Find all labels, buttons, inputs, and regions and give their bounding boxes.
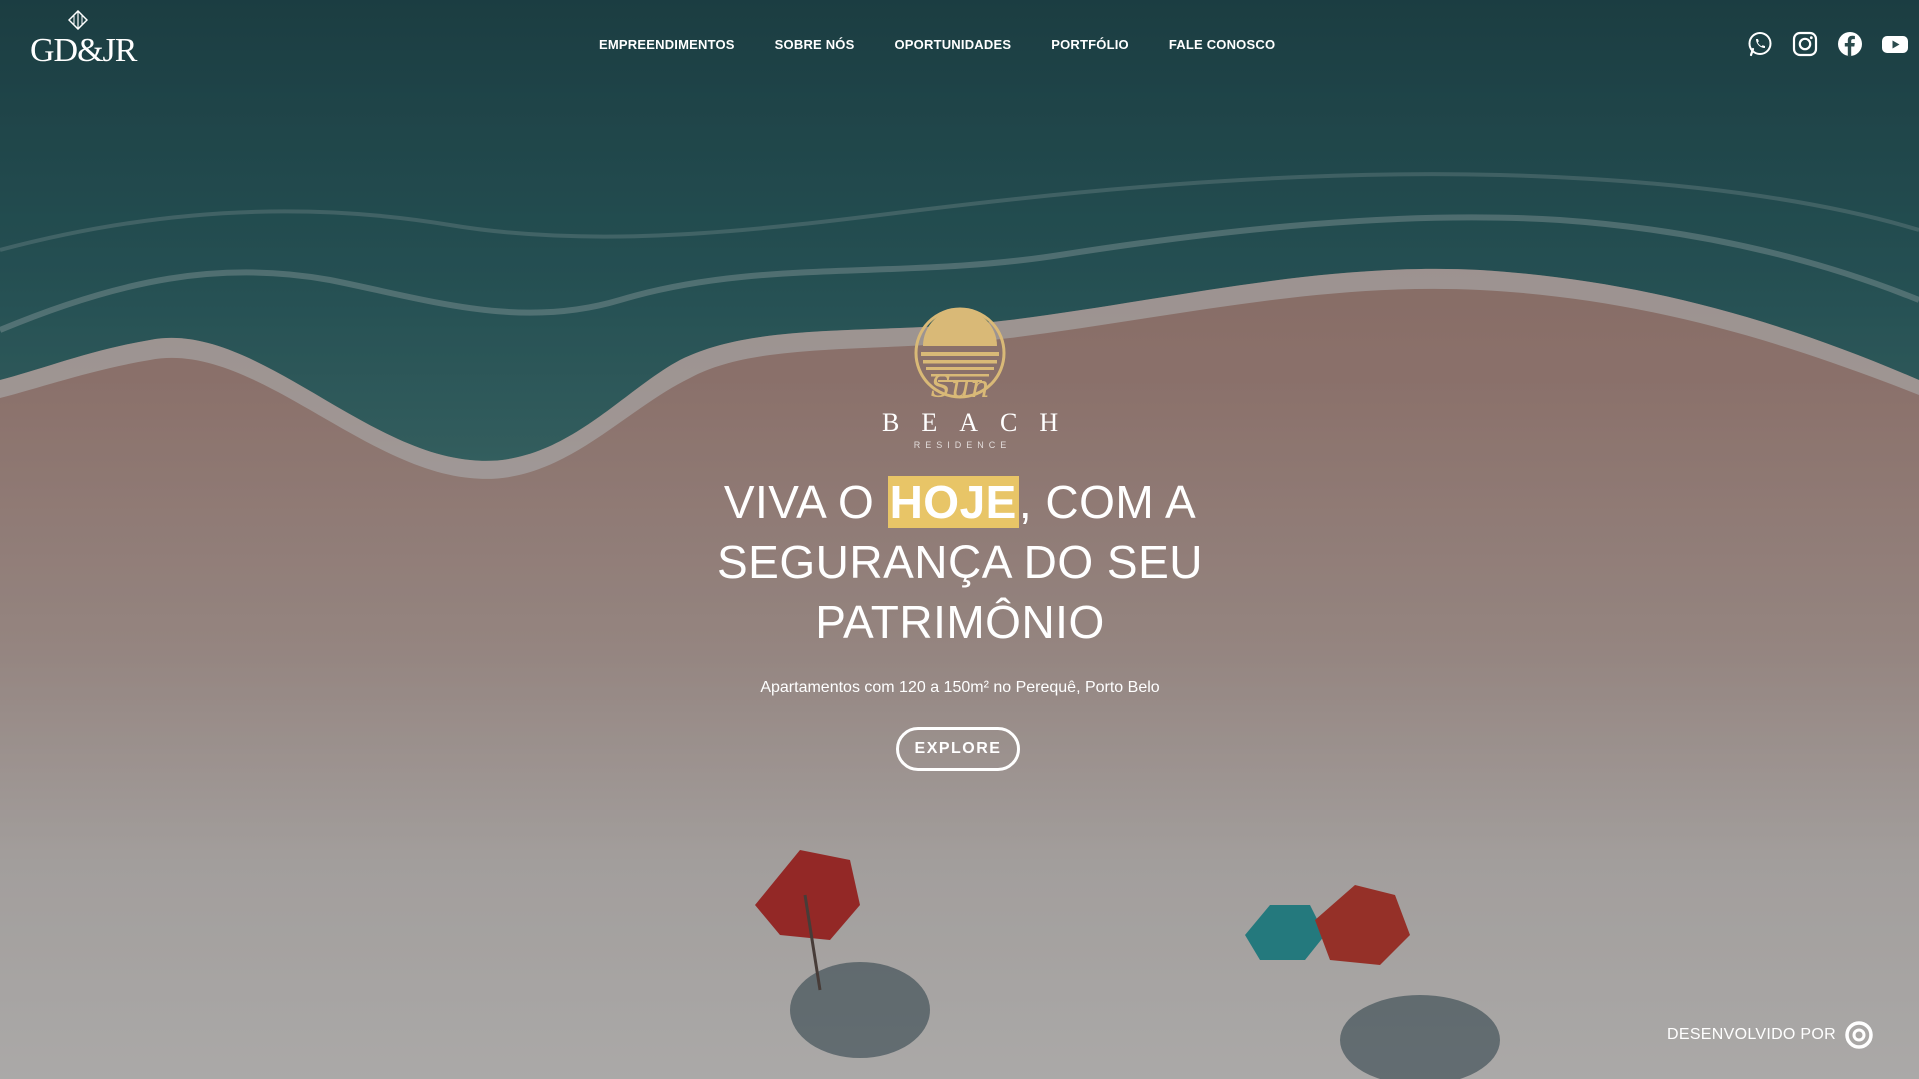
credit-label: DESENVOLVIDO POR [1667,1026,1836,1043]
logo-text: GD&JR [30,32,137,69]
social-links [1746,30,1909,58]
nav-item-empreendimentos[interactable]: EMPREENDIMENTOS [599,34,735,56]
instagram-icon[interactable] [1791,30,1819,58]
brand-name: BEACH [882,408,1081,437]
headline-start: VIVA O [723,476,888,528]
brand-subtitle: RESIDENCE [913,440,1012,450]
brand-script: Sun [930,370,990,405]
whatsapp-icon[interactable] [1746,30,1774,58]
hero-subtitle: Apartamentos com 120 a 150m² no Perequê,… [760,679,1160,696]
hero-headline: VIVA O HOJE, COM A SEGURANÇA DO SEU PATR… [600,472,1320,652]
nav-item-sobre-nos[interactable]: SOBRE NÓS [775,34,855,56]
main-nav: EMPREENDIMENTOS SOBRE NÓS OPORTUNIDADES … [599,34,1315,56]
explore-button[interactable]: EXPLORE [896,727,1020,771]
developer-logo-icon [1845,1021,1873,1049]
youtube-icon[interactable] [1881,30,1909,58]
logo-emblem-icon [68,10,88,30]
nav-item-fale-conosco[interactable]: FALE CONOSCO [1169,34,1275,56]
nav-item-oportunidades[interactable]: OPORTUNIDADES [895,34,1012,56]
developer-credit[interactable]: DESENVOLVIDO POR [1667,1020,1874,1050]
headline-highlight: HOJE [887,476,1019,528]
brand-logo[interactable]: GD&JR [30,10,137,74]
sun-beach-logo: Sun BEACH RESIDENCE [860,300,1060,460]
facebook-icon[interactable] [1836,30,1864,58]
nav-item-portfolio[interactable]: PORTFÓLIO [1051,34,1129,56]
site-header: GD&JR EMPREENDIMENTOS SOBRE NÓS OPORTUNI… [0,0,1919,90]
